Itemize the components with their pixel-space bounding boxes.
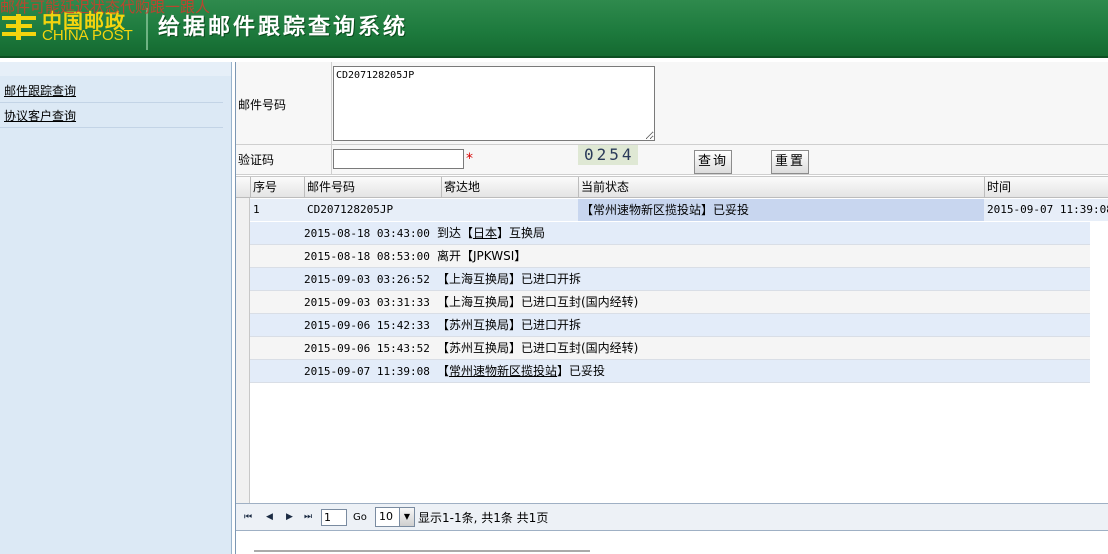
- column-header-destination[interactable]: 寄达地: [441, 177, 578, 198]
- page-size-value: 10: [379, 510, 393, 523]
- sidebar-top-bar: [0, 62, 231, 76]
- column-header-time[interactable]: 时间: [984, 177, 1108, 198]
- event-time: 2015-09-07 11:39:08: [304, 365, 430, 378]
- location-link[interactable]: 常州速物新区揽投站: [449, 364, 557, 378]
- list-item: 2015-09-03 03:31:33 【上海互换局】已进口互封(国内经转): [250, 291, 1090, 314]
- grid-row-gutter: [236, 198, 250, 504]
- captcha-image[interactable]: 0254: [578, 145, 638, 165]
- query-form: 邮件号码 CD207128205JP 验证码 * 0254 查询 重置: [236, 62, 1108, 175]
- cell-time: 2015-09-07 11:39:08: [987, 203, 1108, 216]
- chevron-down-icon[interactable]: ▼: [399, 508, 414, 526]
- captcha-label: 验证码: [238, 153, 275, 167]
- sidebar-item-contract-customer[interactable]: 协议客户查询: [4, 107, 76, 124]
- grid-pager: ⏮ ◀ ▶ ⏭ 1 Go 10 ▼ 显示1-1条, 共1条 共1页: [236, 503, 1108, 531]
- event-description: 【苏州互换局】已进口互封(国内经转): [437, 341, 639, 355]
- event-time: 2015-09-06 15:43:52: [304, 342, 430, 355]
- footer-scroll-line: [254, 550, 590, 552]
- watermark-text: 邮件可能延迟状态代购跟一跟人: [0, 0, 211, 16]
- list-item: 2015-08-18 03:43:00 到达【日本】互换局: [250, 222, 1090, 245]
- sidebar-divider: [0, 102, 223, 103]
- reset-button[interactable]: 重置: [771, 150, 809, 174]
- go-button[interactable]: Go: [353, 512, 367, 523]
- next-page-icon[interactable]: ▶: [286, 512, 293, 522]
- cell-mail-number: CD207128205JP: [307, 203, 394, 216]
- event-time: 2015-09-03 03:31:33: [304, 296, 430, 309]
- captcha-input[interactable]: [333, 149, 464, 169]
- location-link[interactable]: 日本: [473, 226, 497, 240]
- captcha-row: 验证码 * 0254 查询 重置: [236, 145, 1108, 175]
- cell-index: 1: [253, 203, 260, 216]
- header-bottom-stripe: [0, 56, 1108, 58]
- list-item: 2015-08-18 08:53:00 离开【JPKWSI】: [250, 245, 1090, 268]
- pager-info-text: 显示1-1条, 共1条 共1页: [418, 511, 549, 525]
- mail-number-label: 邮件号码: [238, 98, 287, 112]
- event-time: 2015-09-03 03:26:52: [304, 273, 430, 286]
- list-item: 2015-09-07 11:39:08 【常州速物新区揽投站】已妥投: [250, 360, 1090, 383]
- form-column-divider: [331, 145, 332, 174]
- required-mark: *: [466, 151, 473, 167]
- logo-english-text: CHINA POST: [42, 27, 133, 44]
- event-description: 【上海互换局】已进口互封(国内经转): [437, 295, 639, 309]
- event-time: 2015-08-18 08:53:00: [304, 250, 430, 263]
- china-post-emblem-icon: [2, 14, 36, 40]
- page-number-input[interactable]: 1: [321, 509, 347, 526]
- cell-status: 【常州速物新区揽投站】已妥投: [578, 199, 984, 221]
- mail-number-textarea[interactable]: CD207128205JP: [333, 66, 655, 141]
- event-description: 【苏州互换局】已进口开拆: [437, 318, 582, 332]
- column-header-status[interactable]: 当前状态: [578, 177, 984, 198]
- event-time: 2015-09-06 15:42:33: [304, 319, 430, 332]
- first-page-icon[interactable]: ⏮: [244, 512, 252, 522]
- query-button[interactable]: 查询: [694, 150, 732, 174]
- main-content: 邮件号码 CD207128205JP 验证码 * 0254 查询 重置 序号 邮…: [235, 62, 1108, 554]
- event-time: 2015-08-18 03:43:00: [304, 227, 430, 240]
- event-description: 【常州速物新区揽投站】已妥投: [437, 364, 606, 378]
- event-description: 【上海互换局】已进口开拆: [437, 272, 582, 286]
- column-header-index[interactable]: 序号: [250, 177, 304, 198]
- prev-page-icon[interactable]: ◀: [266, 512, 273, 522]
- event-description: 到达【日本】互换局: [437, 226, 546, 240]
- table-row[interactable]: 1 CD207128205JP 【常州速物新区揽投站】已妥投 2015-09-0…: [250, 199, 1108, 221]
- list-item: 2015-09-06 15:43:52 【苏州互换局】已进口互封(国内经转): [250, 337, 1090, 360]
- sidebar: 邮件跟踪查询 协议客户查询: [0, 62, 232, 554]
- list-item: 2015-09-06 15:42:33 【苏州互换局】已进口开拆: [250, 314, 1090, 337]
- event-description: 离开【JPKWSI】: [437, 249, 527, 263]
- grid-header-row: 序号 邮件号码 寄达地 当前状态 时间: [236, 177, 1108, 198]
- app-header: 中国邮政 CHINA POST 给据邮件跟踪查询系统 邮件可能延迟状态代购跟一跟…: [0, 0, 1108, 58]
- footer-area: [236, 532, 1108, 554]
- list-item: 2015-09-03 03:26:52 【上海互换局】已进口开拆: [250, 268, 1090, 291]
- cell-destination: [441, 199, 578, 221]
- mail-number-row: 邮件号码 CD207128205JP: [236, 62, 1108, 145]
- column-header-mail-number[interactable]: 邮件号码: [304, 177, 441, 198]
- page-size-select[interactable]: 10 ▼: [375, 507, 415, 527]
- last-page-icon[interactable]: ⏭: [304, 512, 312, 522]
- tracking-grid: 序号 邮件号码 寄达地 当前状态 时间 1 CD207128205JP 【常州速…: [236, 176, 1108, 504]
- form-column-divider: [331, 62, 332, 144]
- sidebar-item-mail-tracking[interactable]: 邮件跟踪查询: [4, 82, 76, 99]
- sidebar-divider: [0, 127, 223, 128]
